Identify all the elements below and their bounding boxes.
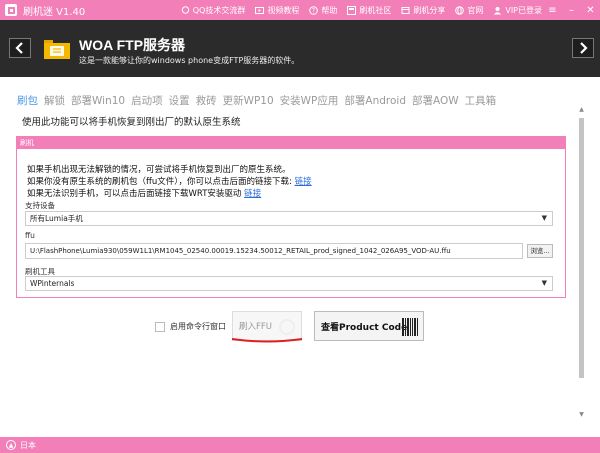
title-links: QQ技术交流群 视频教程 ? 帮助 刷机社区 刷机分享 官网 VIP已登录 [171,0,542,20]
tab-deploy-win10[interactable]: 部署Win10 [71,93,125,108]
qq-icon [181,5,190,15]
title-link-label: 视频教程 [267,5,300,15]
device-select-value: 所有Lumia手机 [30,214,83,223]
product-code-label: 查看Product Code [321,322,408,333]
scrollbar-thumb[interactable] [579,118,584,378]
barcode-icon [402,318,418,336]
globe-icon [455,5,465,15]
tab-unbrick[interactable]: 救砖 [196,93,217,108]
command-window-toggle[interactable]: 启用命令行窗口 [155,321,226,332]
tab-description: 使用此功能可以将手机恢复到刚出厂的默认原生系统 [22,117,241,128]
scroll-down-arrow-icon[interactable]: ▼ [578,412,585,418]
app-title: 刷机迷 V1.40 [23,6,86,18]
previous-feature-button[interactable] [9,38,31,58]
menu-button[interactable]: ≡ [543,0,562,20]
video-icon [255,6,265,15]
info-text: 如果你没有原生系统的刷机包（ffu文件），你可以点击后面的链接下载: [27,177,292,187]
chevron-left-icon [15,42,23,54]
status-text: 日本 [20,440,36,450]
title-link-vip[interactable]: VIP已登录 [493,5,542,16]
tab-settings[interactable]: 设置 [169,93,190,108]
chevron-down-icon: ▼ [541,279,547,287]
folder-icon [44,40,70,59]
title-bar: 刷机迷 V1.40 QQ技术交流群 视频教程 ? 帮助 刷机社区 刷机分享 官网 [0,0,600,20]
vip-icon [493,6,502,15]
tab-install-wp-apps[interactable]: 安装WP应用 [280,93,339,108]
share-icon [401,6,410,15]
title-link-label: 帮助 [321,5,338,15]
info-line: 如果无法识别手机，可以点击后面链接下载WRT安装驱动 链接 [27,187,261,199]
svg-text:?: ? [312,7,315,14]
next-feature-button[interactable] [572,38,594,58]
community-icon [347,5,357,15]
ffu-path-input[interactable]: U:\FlashPhone\Lumia930\059W1L1\RM1045_02… [25,243,523,259]
title-link-label: QQ技术交流群 [192,5,246,15]
flash-tool-select[interactable]: WPinternals ▼ [25,276,553,291]
command-window-label: 启用命令行窗口 [170,322,226,331]
info-text: 如果无法识别手机，可以点击后面链接下载WRT安装驱动 [27,189,242,199]
feature-header: WOA FTP服务器 这是一款能够让你的windows phone变成FTP服务… [0,20,600,77]
ffu-download-link[interactable]: 链接 [295,177,312,187]
title-link-label: 刷机分享 [413,5,446,15]
tab-flash[interactable]: 刷包 [17,93,38,108]
title-link-video[interactable]: 视频教程 [255,5,299,16]
app-logo-icon [5,4,17,16]
window-controls: ≡ – ✕ [543,0,600,20]
command-window-checkbox[interactable] [155,321,165,332]
tab-bar: 刷包 解锁 部署Win10 启动项 设置 救砖 更新WP10 安装WP应用 部署… [17,93,502,108]
tab-update-wp10[interactable]: 更新WP10 [223,93,274,108]
title-link-community[interactable]: 刷机社区 [347,5,391,16]
close-button[interactable]: ✕ [581,0,600,20]
title-link-label: 官网 [467,5,484,15]
driver-download-link[interactable]: 链接 [244,189,261,199]
flash-tool-select-value: WPinternals [30,279,75,288]
flash-panel: 刷机 如果手机出现无法解锁的情况，可尝试将手机恢复到出厂的原生系统。 如果你没有… [16,136,566,298]
help-icon: ? [309,5,319,15]
browse-button[interactable]: 浏览... [527,244,553,258]
chevron-right-icon [580,42,588,54]
tab-deploy-android[interactable]: 部署Android [344,93,406,108]
tab-boot-items[interactable]: 启动项 [131,93,163,108]
panel-header: 刷机 [17,137,565,149]
view-product-code-button[interactable]: 查看Product Code [314,311,424,341]
status-bar: ▲ 日本 [0,437,600,453]
title-link-share[interactable]: 刷机分享 [401,5,445,16]
title-link-website[interactable]: 官网 [455,5,483,16]
tab-toolbox[interactable]: 工具箱 [465,93,497,108]
title-link-qq[interactable]: QQ技术交流群 [181,5,246,16]
up-arrow-icon[interactable]: ▲ [6,440,16,450]
red-underline-annotation [231,338,303,343]
device-select[interactable]: 所有Lumia手机 ▼ [25,211,553,226]
ffu-label: ffu [25,231,35,240]
tab-deploy-aow[interactable]: 部署AOW [412,93,459,108]
feature-title: WOA FTP服务器 [79,37,186,53]
device-label: 支持设备 [25,201,55,210]
title-link-label: 刷机社区 [359,5,392,15]
minimize-button[interactable]: – [562,0,581,20]
feature-subtitle: 这是一款能够让你的windows phone变成FTP服务器的软件。 [79,56,300,65]
tab-unlock[interactable]: 解锁 [44,93,65,108]
chevron-down-icon: ▼ [541,214,547,222]
info-text: 如果手机出现无法解锁的情况，可尝试将手机恢复到出厂的原生系统。 [27,165,291,175]
info-line: 如果手机出现无法解锁的情况，可尝试将手机恢复到出厂的原生系统。 [27,163,291,175]
title-link-label: VIP已登录 [505,5,542,15]
loading-spinner-icon [279,319,295,335]
flash-ffu-label: 刷入FFU [239,322,272,332]
info-line: 如果你没有原生系统的刷机包（ffu文件），你可以点击后面的链接下载: 链接 [27,175,312,187]
title-link-help[interactable]: ? 帮助 [309,5,337,16]
